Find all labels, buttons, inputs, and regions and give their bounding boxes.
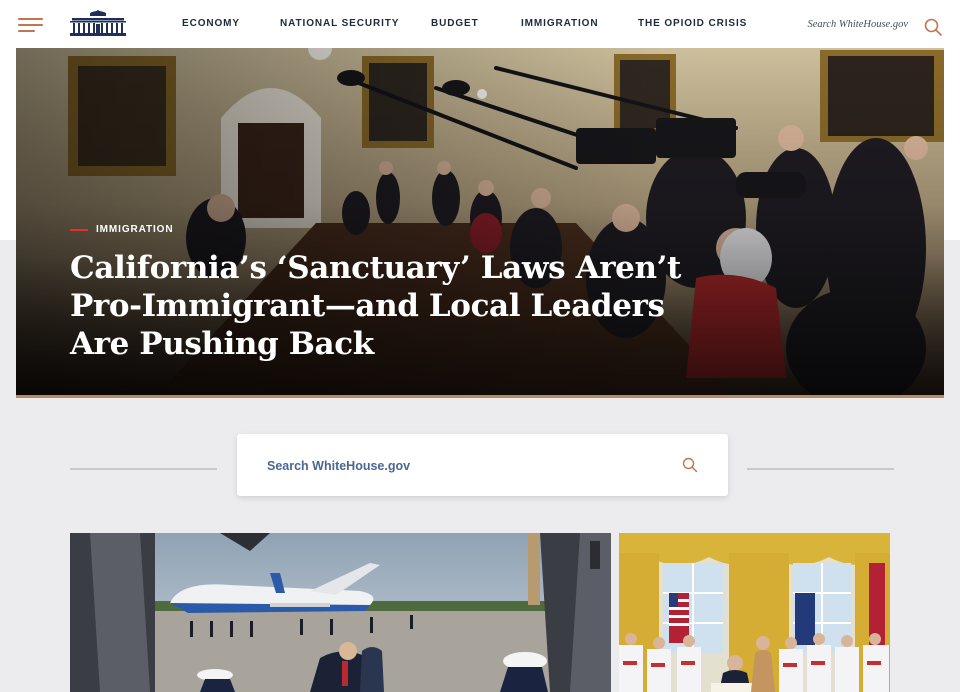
search-input[interactable]: Search WhiteHouse.gov	[267, 459, 410, 473]
category-dash	[70, 228, 88, 231]
hero-feature[interactable]: IMMIGRATION California’s ‘Sanctuary’ Law…	[16, 48, 944, 396]
search-icon[interactable]	[682, 457, 698, 473]
hero-underline	[16, 395, 944, 398]
article-card-oval-office[interactable]	[619, 533, 890, 692]
hamburger-menu-icon[interactable]	[18, 18, 43, 32]
white-house-logo[interactable]	[70, 10, 126, 36]
site-header: ECONOMY NATIONAL SECURITY BUDGET IMMIGRA…	[0, 0, 960, 48]
nav-opioid-crisis[interactable]: THE OPIOID CRISIS	[638, 18, 747, 29]
hero-title[interactable]: California’s ‘Sanctuary’ Laws Aren’t Pro…	[70, 249, 710, 363]
article-card-airfield[interactable]	[70, 533, 611, 692]
oval-office-photo	[619, 533, 890, 692]
airfield-photo	[70, 533, 611, 692]
header-search-input[interactable]: Search WhiteHouse.gov	[808, 19, 909, 30]
hero-category-label[interactable]: IMMIGRATION	[96, 224, 173, 235]
search-box[interactable]: Search WhiteHouse.gov	[237, 434, 728, 496]
header-search-icon[interactable]	[924, 18, 942, 36]
nav-immigration[interactable]: IMMIGRATION	[521, 18, 598, 29]
nav-economy[interactable]: ECONOMY	[182, 18, 240, 29]
nav-national-security[interactable]: NATIONAL SECURITY	[280, 18, 399, 29]
hero-category[interactable]: IMMIGRATION	[70, 224, 173, 235]
nav-budget[interactable]: BUDGET	[431, 18, 479, 29]
divider-left	[70, 468, 217, 470]
divider-right	[747, 468, 894, 470]
